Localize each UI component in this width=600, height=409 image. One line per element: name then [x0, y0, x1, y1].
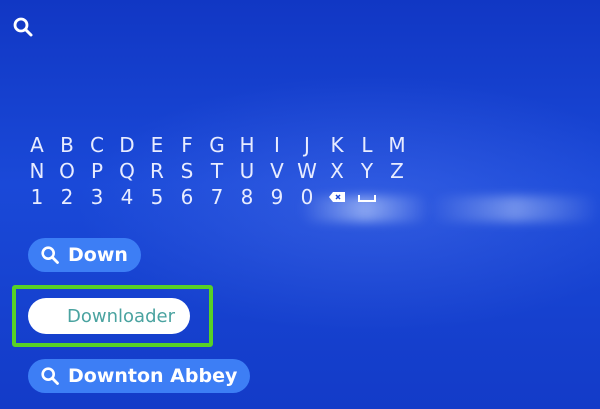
key-v[interactable]: V — [262, 158, 292, 184]
key-p[interactable]: P — [82, 158, 112, 184]
key-i[interactable]: I — [262, 132, 292, 158]
key-y[interactable]: Y — [352, 158, 382, 184]
screen-glare — [430, 196, 600, 222]
key-7[interactable]: 7 — [202, 184, 232, 210]
key-n[interactable]: N — [22, 158, 52, 184]
key-r[interactable]: R — [142, 158, 172, 184]
backspace-icon — [329, 192, 345, 202]
space-icon — [358, 195, 376, 202]
key-m[interactable]: M — [382, 132, 412, 158]
key-u[interactable]: U — [232, 158, 262, 184]
search-icon — [41, 246, 59, 264]
key-k[interactable]: K — [322, 132, 352, 158]
key-o[interactable]: O — [52, 158, 82, 184]
key-j[interactable]: J — [292, 132, 322, 158]
search-icon — [41, 367, 59, 385]
key-0[interactable]: 0 — [292, 184, 322, 210]
key-2[interactable]: 2 — [52, 184, 82, 210]
key-4[interactable]: 4 — [112, 184, 142, 210]
space-key[interactable] — [352, 191, 382, 203]
key-w[interactable]: W — [292, 158, 322, 184]
key-h[interactable]: H — [232, 132, 262, 158]
suggestion-downton-abbey[interactable]: Downton Abbey — [28, 359, 251, 393]
key-b[interactable]: B — [52, 132, 82, 158]
search-icon[interactable] — [12, 16, 34, 38]
key-8[interactable]: 8 — [232, 184, 262, 210]
key-f[interactable]: F — [172, 132, 202, 158]
key-6[interactable]: 6 — [172, 184, 202, 210]
key-c[interactable]: C — [82, 132, 112, 158]
key-3[interactable]: 3 — [82, 184, 112, 210]
key-e[interactable]: E — [142, 132, 172, 158]
key-5[interactable]: 5 — [142, 184, 172, 210]
suggestion-down[interactable]: Down — [28, 238, 141, 272]
onscreen-keyboard: A B C D E F G H I J K L M N O P Q R S T … — [22, 132, 422, 210]
key-z[interactable]: Z — [382, 158, 412, 184]
key-1[interactable]: 1 — [22, 184, 52, 210]
key-t[interactable]: T — [202, 158, 232, 184]
key-q[interactable]: Q — [112, 158, 142, 184]
backspace-key[interactable] — [322, 191, 352, 203]
key-9[interactable]: 9 — [262, 184, 292, 210]
suggestion-label: Downton Abbey — [68, 365, 238, 387]
keyboard-row-digits: 1 2 3 4 5 6 7 8 9 0 — [22, 184, 422, 210]
key-g[interactable]: G — [202, 132, 232, 158]
suggestion-downloader[interactable]: Downloader — [28, 298, 190, 334]
keyboard-row-a-m: A B C D E F G H I J K L M — [22, 132, 422, 158]
key-d[interactable]: D — [112, 132, 142, 158]
suggestion-label: Down — [68, 244, 128, 266]
keyboard-row-n-z: N O P Q R S T U V W X Y Z — [22, 158, 422, 184]
suggestion-label: Downloader — [67, 305, 175, 327]
key-s[interactable]: S — [172, 158, 202, 184]
key-x[interactable]: X — [322, 158, 352, 184]
key-l[interactable]: L — [352, 132, 382, 158]
key-a[interactable]: A — [22, 132, 52, 158]
